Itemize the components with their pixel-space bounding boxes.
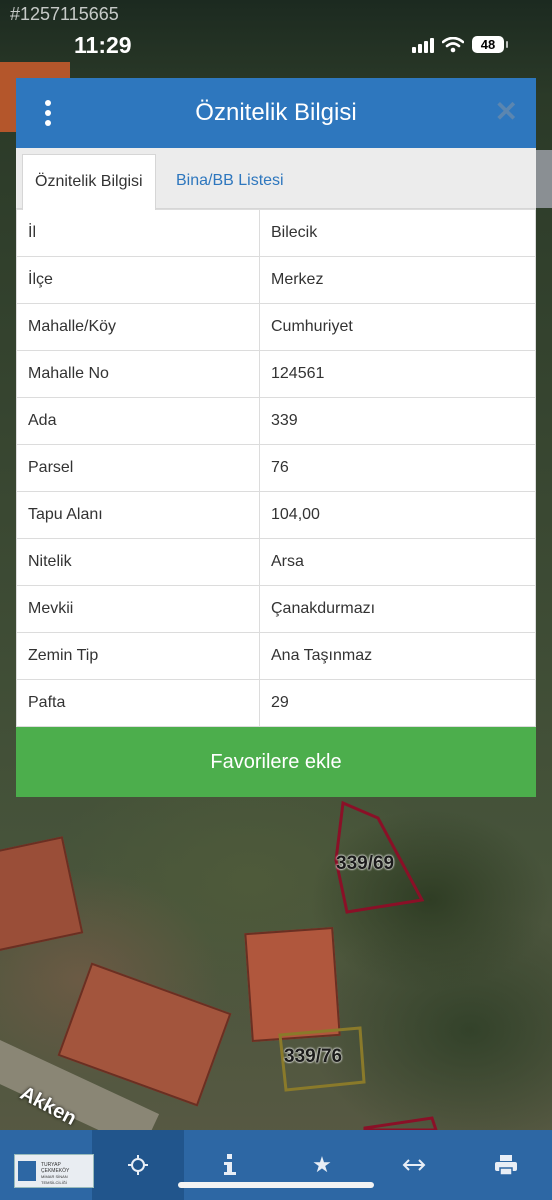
attribute-dialog: Öznitelik Bilgisi ✕ Öznitelik Bilgisi Bi… xyxy=(16,78,536,800)
row-value: 124561 xyxy=(259,350,536,398)
row-value: Çanakdurmazı xyxy=(259,585,536,633)
table-row: Ada 339 xyxy=(16,397,536,445)
row-value: Arsa xyxy=(259,538,536,586)
table-row: Mevkii Çanakdurmazı xyxy=(16,585,536,633)
tab-attributes[interactable]: Öznitelik Bilgisi xyxy=(22,154,156,210)
svg-text:MİMAR SİNAN: MİMAR SİNAN xyxy=(41,1174,68,1179)
table-row: İlçe Merkez xyxy=(16,256,536,304)
battery-icon: 48 xyxy=(472,36,508,53)
table-row: Mahalle No 124561 xyxy=(16,350,536,398)
add-favorite-button[interactable]: Favorilere ekle xyxy=(16,727,536,797)
table-row: Zemin Tip Ana Taşınmaz xyxy=(16,632,536,680)
print-icon[interactable] xyxy=(460,1130,552,1200)
kebab-menu-icon[interactable] xyxy=(43,100,53,126)
row-value: 76 xyxy=(259,444,536,492)
row-key: İl xyxy=(16,209,260,257)
parcel-label[interactable]: 339/76 xyxy=(284,1046,342,1068)
wifi-icon xyxy=(442,36,464,52)
table-row: Parsel 76 xyxy=(16,444,536,492)
close-icon[interactable]: ✕ xyxy=(495,98,518,126)
parcel-label[interactable]: 339/69 xyxy=(336,853,394,875)
table-row: Tapu Alanı 104,00 xyxy=(16,491,536,539)
row-value: Merkez xyxy=(259,256,536,304)
dialog-header: Öznitelik Bilgisi ✕ xyxy=(16,78,536,148)
table-row: Pafta 29 xyxy=(16,679,536,727)
row-value: 29 xyxy=(259,679,536,727)
row-value: 104,00 xyxy=(259,491,536,539)
status-icons: 48 xyxy=(412,36,508,53)
tab-bar: Öznitelik Bilgisi Bina/BB Listesi xyxy=(16,148,536,210)
row-key: Ada xyxy=(16,397,260,445)
home-indicator[interactable] xyxy=(178,1182,374,1188)
row-key: Pafta xyxy=(16,679,260,727)
row-key: Tapu Alanı xyxy=(16,491,260,539)
side-handle[interactable] xyxy=(536,150,552,208)
star-icon[interactable]: ★ xyxy=(276,1130,368,1200)
tab-building-list[interactable]: Bina/BB Listesi xyxy=(164,154,296,208)
row-key: Nitelik xyxy=(16,538,260,586)
table-row: Nitelik Arsa xyxy=(16,538,536,586)
row-key: Mahalle/Köy xyxy=(16,303,260,351)
row-value: 339 xyxy=(259,397,536,445)
info-icon[interactable] xyxy=(184,1130,276,1200)
agency-logo: TURYAP ÇEKMEKÖY MİMAR SİNAN TEMSİLCİLİĞİ xyxy=(14,1154,94,1188)
row-value: Ana Taşınmaz xyxy=(259,632,536,680)
row-key: Zemin Tip xyxy=(16,632,260,680)
svg-text:ÇEKMEKÖY: ÇEKMEKÖY xyxy=(41,1167,70,1174)
parcel-outline xyxy=(363,1116,439,1132)
signal-icon xyxy=(412,37,434,53)
row-value: Cumhuriyet xyxy=(259,303,536,351)
measure-icon[interactable] xyxy=(368,1130,460,1200)
row-key: Parsel xyxy=(16,444,260,492)
table-row: İl Bilecik xyxy=(16,209,536,257)
table-row: Mahalle/Köy Cumhuriyet xyxy=(16,303,536,351)
dialog-title: Öznitelik Bilgisi xyxy=(195,99,357,126)
crosshair-icon[interactable] xyxy=(92,1130,184,1200)
row-key: Mevkii xyxy=(16,585,260,633)
row-key: İlçe xyxy=(16,256,260,304)
listing-id: #1257115665 xyxy=(10,4,119,24)
row-value: Bilecik xyxy=(259,209,536,257)
attribute-table: İl Bilecik İlçe Merkez Mahalle/Köy Cumhuriy… xyxy=(16,209,536,727)
row-key: Mahalle No xyxy=(16,350,260,398)
status-bar: #1257115665 11:29 48 xyxy=(0,0,552,62)
clock: 11:29 xyxy=(74,32,132,58)
svg-text:TEMSİLCİLİĞİ: TEMSİLCİLİĞİ xyxy=(41,1180,67,1185)
